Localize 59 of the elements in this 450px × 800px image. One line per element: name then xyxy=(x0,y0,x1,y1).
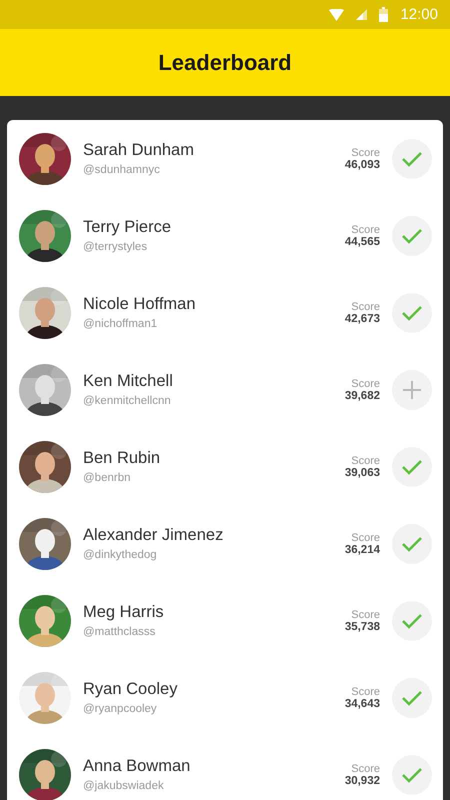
score-value: 30,932 xyxy=(344,774,380,786)
player-handle: @sdunhamnyc xyxy=(83,164,161,176)
player-name: Sarah Dunham xyxy=(83,141,195,160)
check-icon xyxy=(402,766,422,782)
score-value: 35,738 xyxy=(344,620,380,632)
player-name: Terry Pierce xyxy=(83,218,172,237)
following-button[interactable] xyxy=(392,678,432,718)
score-label: Score xyxy=(351,454,380,466)
following-button[interactable] xyxy=(392,524,432,564)
check-icon xyxy=(402,458,422,474)
score-label: Score xyxy=(351,378,380,390)
score-value: 42,673 xyxy=(344,312,380,324)
player-handle: @kenmitchellcnn xyxy=(83,395,172,407)
score-label: Score xyxy=(351,762,380,774)
following-button[interactable] xyxy=(392,754,432,794)
check-icon xyxy=(402,304,422,320)
status-time: 12:00 xyxy=(400,6,438,23)
check-icon xyxy=(402,228,422,244)
player-name: Alexander Jimenez xyxy=(83,526,224,545)
player-handle: @dinkythedog xyxy=(83,549,158,561)
page-title: Leaderboard xyxy=(158,50,292,76)
score-value: 44,565 xyxy=(344,236,380,248)
check-icon xyxy=(402,690,422,706)
following-button[interactable] xyxy=(392,600,432,640)
player-name: Anna Bowman xyxy=(83,757,192,776)
score-label: Score xyxy=(351,300,380,312)
player-name: Meg Harris xyxy=(83,603,165,622)
signal-icon xyxy=(356,9,368,20)
check-icon xyxy=(402,536,422,552)
following-button[interactable] xyxy=(392,446,432,486)
score-value: 39,682 xyxy=(344,390,380,402)
player-handle: @benrbn xyxy=(83,472,132,484)
battery-icon xyxy=(379,7,388,22)
player-name: Ryan Cooley xyxy=(83,680,178,699)
score-label: Score xyxy=(351,532,380,544)
player-name: Ken Mitchell xyxy=(83,372,174,391)
player-handle: @jakubswiadek xyxy=(83,780,165,792)
score-value: 46,093 xyxy=(344,158,380,170)
wifi-icon xyxy=(329,8,344,20)
score-value: 39,063 xyxy=(344,466,380,478)
score-label: Score xyxy=(351,146,380,158)
score-value: 34,643 xyxy=(344,698,380,710)
plus-icon xyxy=(402,380,422,400)
player-handle: @nichoffman1 xyxy=(83,318,158,330)
player-handle: @ryanpcooley xyxy=(83,703,158,715)
score-label: Score xyxy=(351,608,380,620)
score-label: Score xyxy=(351,686,380,698)
following-button[interactable] xyxy=(392,138,432,178)
follow-button[interactable] xyxy=(392,370,432,410)
following-button[interactable] xyxy=(392,216,432,256)
check-icon xyxy=(402,150,422,166)
check-icon xyxy=(402,612,422,628)
player-name: Ben Rubin xyxy=(83,449,162,468)
player-handle: @matthclasss xyxy=(83,626,156,638)
score-value: 36,214 xyxy=(344,544,380,556)
player-name: Nicole Hoffman xyxy=(83,295,196,314)
score-label: Score xyxy=(351,224,380,236)
following-button[interactable] xyxy=(392,292,432,332)
player-handle: @terrystyles xyxy=(83,241,148,253)
